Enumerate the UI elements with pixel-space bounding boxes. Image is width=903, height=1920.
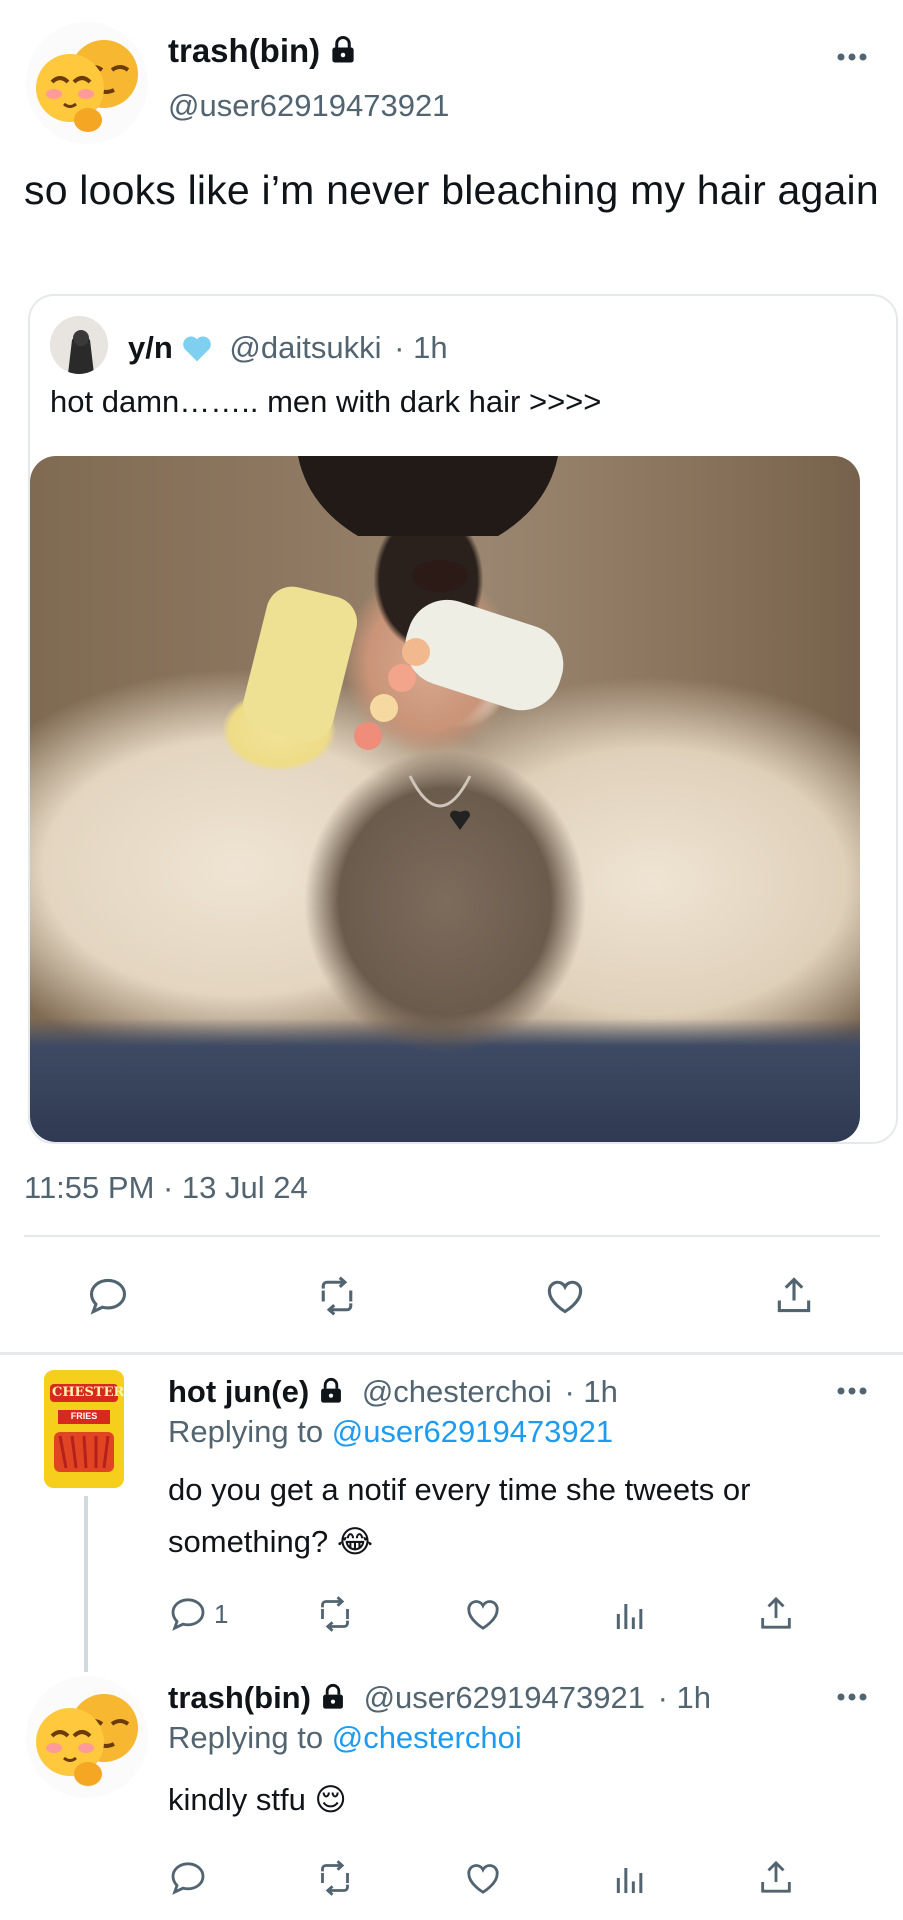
- quoted-handle[interactable]: @daitsukki: [229, 330, 381, 365]
- replying-to-prefix: Replying to: [168, 1414, 324, 1449]
- divider: [24, 1235, 880, 1237]
- reply-avatar-chesters[interactable]: CHESTER'S FRIES: [44, 1370, 124, 1488]
- reply-avatar[interactable]: [26, 1676, 148, 1798]
- heart-icon[interactable]: [542, 1274, 588, 1318]
- reply-text: do you get a notif every time she tweets…: [168, 1472, 751, 1559]
- retweet-icon[interactable]: [314, 1858, 356, 1898]
- tweet-text: so looks like i’m never bleaching my hai…: [24, 167, 879, 213]
- replying-to-line: Replying to @chesterchoi: [168, 1720, 522, 1756]
- lock-icon: [317, 1377, 345, 1405]
- quoted-text: hot damn…….. men with dark hair >>>>: [50, 384, 602, 419]
- quoted-time: · 1h: [394, 330, 448, 365]
- retweet-icon[interactable]: [314, 1274, 360, 1318]
- reply-time: · 1h: [657, 1680, 712, 1715]
- retweet-icon[interactable]: [314, 1594, 356, 1634]
- avatar-brand-text: CHESTER'S: [52, 1385, 124, 1400]
- reply-time: · 1h: [564, 1374, 618, 1409]
- avatar-sub-text: FRIES: [70, 1411, 98, 1421]
- reply-display-name[interactable]: hot jun(e): [168, 1374, 309, 1409]
- reply-header: hot jun(e) @chesterchoi · 1h: [168, 1374, 618, 1410]
- blue-heart-icon: [181, 333, 213, 363]
- reply-button[interactable]: 1: [168, 1594, 228, 1634]
- reply-handle[interactable]: @chesterchoi: [362, 1374, 552, 1409]
- divider: [0, 1352, 903, 1355]
- reply-display-name[interactable]: trash(bin): [168, 1680, 311, 1715]
- heart-icon[interactable]: [462, 1858, 504, 1898]
- quoted-display-name[interactable]: y/n: [128, 330, 173, 365]
- replying-to-line: Replying to @user62919473921: [168, 1414, 613, 1450]
- share-icon[interactable]: [756, 1856, 796, 1898]
- lock-icon: [328, 35, 358, 65]
- reply-header: trash(bin) @user62919473921 · 1h: [168, 1680, 711, 1716]
- reply-count: 1: [214, 1598, 229, 1629]
- ellipsis-icon[interactable]: [836, 1386, 868, 1396]
- reply-icon[interactable]: [86, 1274, 130, 1318]
- quoted-photo[interactable]: [30, 456, 860, 1142]
- replying-to-link[interactable]: @user62919473921: [332, 1414, 613, 1449]
- quoted-avatar[interactable]: [50, 316, 108, 374]
- replying-to-prefix: Replying to: [168, 1720, 324, 1755]
- author-avatar[interactable]: [26, 22, 148, 144]
- quoted-header: y/n @daitsukki · 1h: [128, 330, 448, 366]
- share-icon[interactable]: [756, 1592, 796, 1634]
- share-icon[interactable]: [772, 1272, 816, 1318]
- replying-to-link[interactable]: @chesterchoi: [332, 1720, 522, 1755]
- author-display-name[interactable]: trash(bin): [168, 32, 320, 69]
- analytics-icon[interactable]: [610, 1858, 650, 1898]
- heart-icon[interactable]: [462, 1594, 504, 1634]
- reply-text: kindly stfu 😌: [168, 1782, 347, 1817]
- ellipsis-icon[interactable]: [836, 1692, 868, 1702]
- ellipsis-icon[interactable]: [836, 52, 868, 62]
- reply-handle[interactable]: @user62919473921: [364, 1680, 645, 1715]
- reply-icon: [168, 1594, 208, 1634]
- tweet-timestamp: 11:55 PM · 13 Jul 24: [24, 1170, 308, 1205]
- analytics-icon[interactable]: [610, 1594, 650, 1634]
- author-handle[interactable]: @user62919473921: [168, 88, 449, 124]
- author-name-row: trash(bin): [168, 32, 358, 70]
- reply-icon[interactable]: [168, 1858, 208, 1898]
- reply-thread-line: [84, 1496, 88, 1672]
- lock-icon: [319, 1683, 347, 1711]
